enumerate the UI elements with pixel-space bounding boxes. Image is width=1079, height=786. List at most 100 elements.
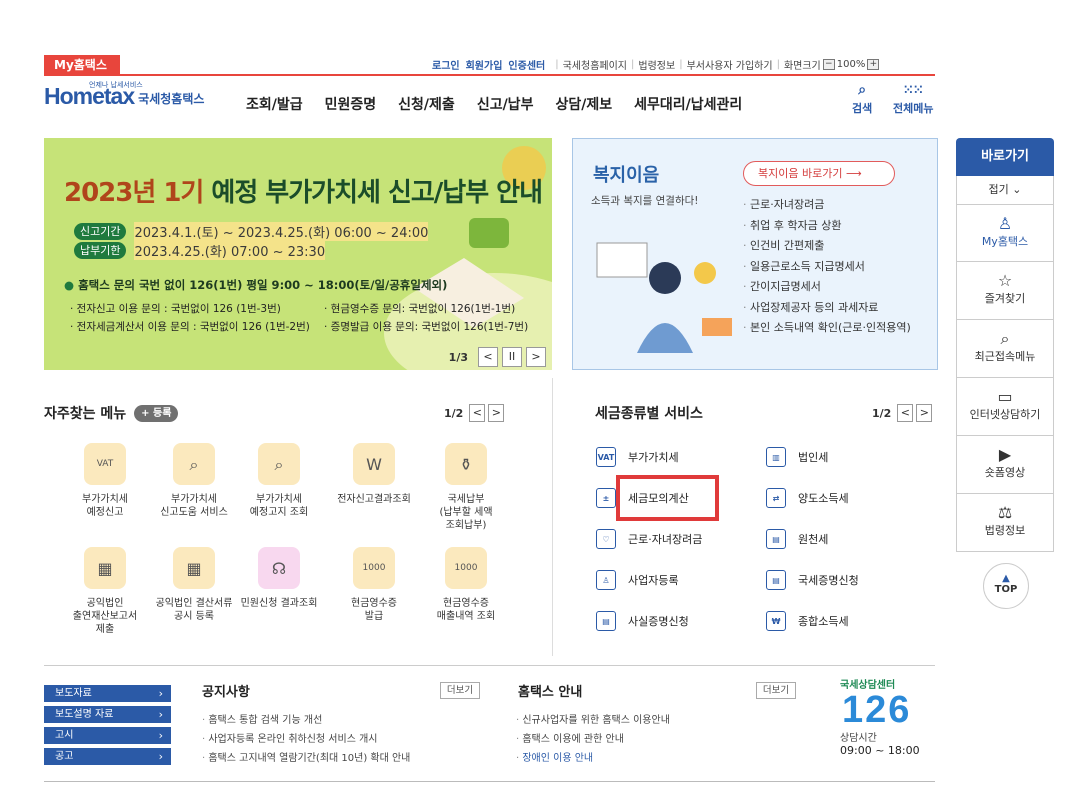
favorite-menu-item[interactable]: W 전자신고결과조회 bbox=[330, 443, 418, 506]
tax-service-item[interactable]: ▥ 법인세 bbox=[766, 447, 828, 467]
guide-list: 신규사업자를 위한 홈택스 이용안내 홈택스 이용에 관한 안내 장애인 이용 … bbox=[516, 711, 670, 768]
guide-item[interactable]: 장애인 이용 안내 bbox=[516, 749, 670, 768]
tax-services-title: 세금종류별 서비스 bbox=[595, 406, 703, 422]
nav-consult-report[interactable]: 상담/제보 bbox=[555, 94, 612, 114]
person-icon: ♙ bbox=[997, 214, 1013, 233]
zoom-out-button[interactable]: − bbox=[822, 59, 835, 70]
banner-prev-button[interactable]: < bbox=[478, 347, 498, 367]
favorite-menu-item[interactable]: ⌕ 부가가치세 신고도움 서비스 bbox=[150, 443, 238, 519]
dept-user-join-link[interactable]: 부서사용자 가입하기 bbox=[687, 57, 773, 72]
favorite-menu-item[interactable]: ▦ 공익법인 결산서류 공시 등록 bbox=[150, 547, 238, 623]
favorite-menu-label: 공익법인 결산서류 공시 등록 bbox=[155, 598, 233, 622]
favorite-menu-item[interactable]: ☊ 민원신청 결과조회 bbox=[235, 547, 323, 610]
guide-item[interactable]: 신규사업자를 위한 홈택스 이용안내 bbox=[516, 711, 670, 730]
all-menu-button[interactable]: ⁙⁙ 전체메뉴 bbox=[893, 83, 933, 116]
favorite-menu-icon: 1000 bbox=[445, 547, 487, 589]
sidebar-item-law-info[interactable]: ⚖ 법령정보 bbox=[956, 494, 1054, 552]
notice-item[interactable]: 사업자등록 온라인 취하신청 서비스 개시 bbox=[202, 730, 410, 749]
search-button[interactable]: ⌕ 검색 bbox=[852, 83, 872, 116]
tax-service-item[interactable]: ♙ 사업자등록 bbox=[596, 570, 679, 590]
welfare-link-button[interactable]: 복지이음 바로가기 ⟶ bbox=[743, 161, 895, 186]
tax-service-item[interactable]: ₩ 종합소득세 bbox=[766, 611, 849, 631]
tax-service-label: 종합소득세 bbox=[798, 615, 849, 628]
notice-item[interactable]: 홈택스 고지내역 열람기간(최대 10년) 확대 안내 bbox=[202, 749, 410, 768]
favorite-menu-item[interactable]: ⌕ 부가가치세 예정고지 조회 bbox=[235, 443, 323, 519]
tax-service-item[interactable]: ⇄ 양도소득세 bbox=[766, 488, 849, 508]
favorite-menu-label: 부가가치세 예정신고 bbox=[82, 494, 128, 518]
nts-homepage-link[interactable]: 국세청홈페이지 bbox=[563, 57, 627, 72]
favorite-menu-item[interactable]: 1000 현금영수증 발급 bbox=[330, 547, 418, 623]
law-info-link[interactable]: 법령정보 bbox=[638, 57, 675, 72]
sidebar-item-online-consult[interactable]: ▭ 인터넷상담하기 bbox=[956, 378, 1054, 436]
notice-item[interactable]: 홈택스 통합 검색 기능 개선 bbox=[202, 711, 410, 730]
nav-tax-agent[interactable]: 세무대리/납세관리 bbox=[634, 94, 742, 114]
welfare-item[interactable]: 간이지급명세서 bbox=[743, 277, 911, 298]
call-info: ● 홈택스 문의 국번 없이 126(1번) 평일 9:00 ~ 18:00(토… bbox=[64, 278, 448, 292]
sidebar-item-label: 즐겨찾기 bbox=[984, 292, 1026, 305]
banner-next-button[interactable]: > bbox=[526, 347, 546, 367]
sidebar-item-shortform-video[interactable]: ▶ 숏폼영상 bbox=[956, 436, 1054, 494]
tax-services-next-button[interactable]: > bbox=[916, 404, 933, 422]
favorites-prev-button[interactable]: < bbox=[469, 404, 486, 422]
nav-apply-submit[interactable]: 신청/제출 bbox=[398, 94, 455, 114]
public-notice-button[interactable]: 공고 bbox=[44, 748, 171, 765]
join-link[interactable]: 회원가입 bbox=[466, 57, 503, 72]
cert-center-link[interactable]: 인증센터 bbox=[508, 57, 545, 72]
sidebar-item-my-hometax[interactable]: ♙ My홈택스 bbox=[956, 204, 1054, 262]
tax-service-icon: ♡ bbox=[596, 529, 616, 549]
tax-services-prev-button[interactable]: < bbox=[897, 404, 914, 422]
welfare-item[interactable]: 본인 소득내역 확인(근로·인적용역) bbox=[743, 318, 911, 339]
zoom-in-button[interactable]: + bbox=[867, 59, 880, 70]
notice-title: 공지사항 bbox=[202, 685, 250, 700]
favorite-menu-icon: ⌕ bbox=[173, 443, 215, 485]
welfare-item[interactable]: 취업 후 학자금 상환 bbox=[743, 216, 911, 237]
welfare-item[interactable]: 사업장제공자 등의 과세자료 bbox=[743, 298, 911, 319]
welfare-item[interactable]: 근로·자녀장려금 bbox=[743, 195, 911, 216]
favorites-next-button[interactable]: > bbox=[488, 404, 505, 422]
login-link[interactable]: 로그인 bbox=[432, 57, 460, 72]
favorite-menu-item[interactable]: 1000 현금영수증 매출내역 조회 bbox=[422, 547, 510, 623]
sidebar-item-recent-menu[interactable]: ⌕ 최근접속메뉴 bbox=[956, 320, 1054, 378]
notice-gosi-button[interactable]: 고시 bbox=[44, 727, 171, 744]
tax-service-item[interactable]: ▤ 사실증명신청 bbox=[596, 611, 689, 631]
favorite-menu-item[interactable]: ▦ 공익법인 출연재산보고서 제출 bbox=[61, 547, 149, 636]
banner-pause-button[interactable]: II bbox=[502, 347, 522, 367]
tax-service-item[interactable]: ♡ 근로·자녀장려금 bbox=[596, 529, 702, 549]
tax-service-item[interactable]: ▤ 원천세 bbox=[766, 529, 828, 549]
welfare-item[interactable]: 일용근로소득 지급명세서 bbox=[743, 257, 911, 278]
register-button[interactable]: + 등록 bbox=[134, 405, 179, 422]
quick-links-sidebar: 바로가기 접기 ⌄ ♙ My홈택스 ☆ 즐겨찾기 ⌕ 최근접속메뉴 ▭ 인터넷상담하기 … bbox=[956, 138, 1054, 552]
payment-deadline: 2023.4.25.(화) 07:00 ~ 23:30 bbox=[134, 241, 326, 260]
vat-banner[interactable]: 2023년 1기 예정 부가가치세 신고/납부 안내 신고기간 2023.4.1.… bbox=[44, 138, 552, 370]
banner-line: · 현금영수증 문의: 국번없이 126(1번-1번) bbox=[324, 303, 516, 315]
consult-center-number: 126 bbox=[842, 689, 912, 731]
tax-service-icon: ⇄ bbox=[766, 488, 786, 508]
nav-report-pay[interactable]: 신고/납부 bbox=[477, 94, 534, 114]
favorite-menu-label: 부가가치세 예정고지 조회 bbox=[249, 494, 309, 518]
hometax-logo[interactable]: 언제나 납세서비스 Hometax 국세청홈택스 bbox=[44, 81, 204, 110]
favorite-menu-item[interactable]: ⚱ 국세납부 (납부할 세액 조회납부) bbox=[422, 443, 510, 532]
tax-service-item[interactable]: ▤ 국세증명신청 bbox=[766, 570, 859, 590]
nav-inquiry-issue[interactable]: 조회/발급 bbox=[246, 94, 303, 114]
press-release-button[interactable]: 보도자료 bbox=[44, 685, 171, 702]
tax-service-item[interactable]: VAT 부가가치세 bbox=[596, 447, 679, 467]
favorites-page: 1/2 bbox=[444, 406, 464, 420]
favorite-menu-label: 민원신청 결과조회 bbox=[240, 598, 318, 609]
press-explanation-button[interactable]: 보도설명 자료 bbox=[44, 706, 171, 723]
grid-menu-icon: ⁙⁙ bbox=[903, 83, 924, 97]
nav-certificate[interactable]: 민원증명 bbox=[325, 94, 377, 114]
welfare-subtitle: 소득과 복지를 연결하다! bbox=[591, 195, 699, 207]
tax-service-label: 법인세 bbox=[798, 451, 829, 464]
scroll-top-button[interactable]: ▲ TOP bbox=[983, 563, 1029, 609]
consult-center: 국세상담센터 126 상담시간 09:00 ~ 18:00 bbox=[840, 676, 935, 757]
my-hometax-tab[interactable]: My홈택스 bbox=[44, 55, 120, 75]
star-icon: ☆ bbox=[997, 271, 1013, 290]
guide-item[interactable]: 홈택스 이용에 관한 안내 bbox=[516, 730, 670, 749]
guide-more-button[interactable]: 더보기 bbox=[756, 682, 796, 699]
favorite-menu-item[interactable]: VAT 부가가치세 예정신고 bbox=[61, 443, 149, 519]
fold-button[interactable]: 접기 ⌄ bbox=[956, 176, 1054, 204]
tax-service-label: 사업자등록 bbox=[628, 574, 679, 587]
sidebar-item-favorites[interactable]: ☆ 즐겨찾기 bbox=[956, 262, 1054, 320]
notice-more-button[interactable]: 더보기 bbox=[440, 682, 480, 699]
welfare-item[interactable]: 인건비 간편제출 bbox=[743, 236, 911, 257]
